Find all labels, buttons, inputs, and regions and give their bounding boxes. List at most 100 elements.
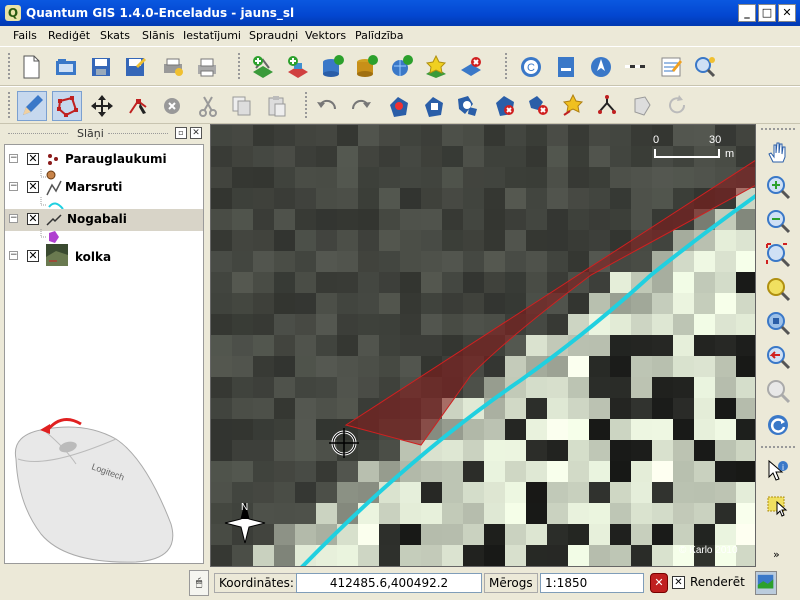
menu-rediget[interactable]: Rediģēt — [48, 29, 90, 42]
add-spatialite-layer-icon[interactable] — [351, 52, 381, 82]
minimize-button[interactable]: _ — [738, 4, 756, 22]
svg-text:C: C — [527, 62, 535, 74]
move-feature-icon[interactable] — [87, 91, 117, 121]
layers-panel-title: Slāņi — [77, 127, 104, 140]
polygon-layer-icon — [45, 211, 63, 229]
menu-palidziba[interactable]: Palīdzība — [355, 29, 404, 42]
menu-spraudni[interactable]: Spraudņi — [249, 29, 298, 42]
measure-scale-icon[interactable] — [620, 52, 650, 82]
new-project-icon[interactable] — [16, 52, 46, 82]
collapse-icon[interactable]: − — [9, 154, 18, 163]
add-ring-icon[interactable] — [419, 91, 449, 121]
layer-name: Marsruti — [65, 180, 123, 194]
merge-features-icon[interactable] — [627, 91, 657, 121]
zoom-to-layer-icon[interactable] — [763, 308, 793, 338]
remove-layer-icon[interactable] — [456, 52, 486, 82]
add-postgis-layer-icon[interactable] — [317, 52, 347, 82]
stop-rendering-icon[interactable]: ✕ — [650, 573, 668, 593]
zoom-next-icon[interactable] — [763, 376, 793, 406]
copyright-label: © Karlo 2010 — [679, 545, 738, 556]
maximize-button[interactable]: □ — [758, 4, 776, 22]
collapse-icon[interactable]: − — [9, 214, 18, 223]
split-features-icon[interactable] — [592, 91, 622, 121]
annotation-icon[interactable] — [656, 52, 686, 82]
layer-item-kolka[interactable]: − ✕ kolka — [5, 243, 203, 266]
print-icon[interactable] — [192, 52, 222, 82]
refresh-icon[interactable] — [763, 410, 793, 440]
reshape-features-icon[interactable] — [558, 91, 588, 121]
layer-visibility-checkbox[interactable]: ✕ — [27, 250, 39, 262]
zoom-to-selection-icon[interactable] — [763, 274, 793, 304]
toggle-editing-icon[interactable] — [17, 91, 47, 121]
zoom-out-icon[interactable] — [763, 206, 793, 236]
delete-ring-icon[interactable] — [490, 91, 520, 121]
collapse-icon[interactable]: − — [9, 251, 18, 260]
collapse-icon[interactable]: − — [9, 182, 18, 191]
open-project-icon[interactable] — [51, 52, 81, 82]
toggle-extents-icon[interactable]: 🖱 — [189, 570, 209, 596]
menu-slanis[interactable]: Slānis — [142, 29, 175, 42]
identify-features-icon[interactable]: i — [763, 456, 793, 486]
render-label: Renderēt — [690, 575, 745, 589]
copyright-label-icon[interactable]: C — [516, 52, 546, 82]
layer-item-nogabali[interactable]: − ✕ Nogabali — [5, 209, 203, 231]
menu-iestatijumi[interactable]: Iestatījumi — [183, 29, 241, 42]
zoom-in-icon[interactable] — [763, 172, 793, 202]
menu-fails[interactable]: Fails — [13, 29, 37, 42]
zoom-full-icon[interactable] — [763, 240, 793, 270]
cut-features-icon[interactable] — [193, 91, 223, 121]
pan-icon[interactable] — [763, 138, 793, 168]
redo-icon[interactable] — [346, 91, 376, 121]
scalebar-max: 30 — [709, 134, 721, 146]
print-composer-icon[interactable] — [158, 52, 188, 82]
delete-part-icon[interactable] — [524, 91, 554, 121]
save-project-icon[interactable] — [86, 52, 116, 82]
zoom-last-icon[interactable] — [763, 342, 793, 372]
delete-selected-icon[interactable] — [157, 91, 187, 121]
file-toolbar: C — [0, 46, 800, 86]
line-layer-icon — [45, 179, 63, 197]
copy-features-icon[interactable] — [227, 91, 257, 121]
north-arrow-icon[interactable] — [586, 52, 616, 82]
point-layer-icon — [45, 151, 63, 169]
scale-field[interactable]: 1:1850 — [540, 573, 644, 593]
render-checkbox[interactable]: ✕ — [672, 576, 685, 589]
new-vector-layer-icon[interactable] — [421, 52, 451, 82]
layer-visibility-checkbox[interactable]: ✕ — [27, 213, 39, 225]
identify-plugin-icon[interactable] — [690, 52, 720, 82]
scalebar-unit: m — [725, 148, 734, 160]
layer-name: Nogabali — [67, 212, 127, 226]
select-features-icon[interactable] — [763, 490, 793, 520]
layer-item-parauglaukumi[interactable]: − ✕ Parauglaukumi — [5, 149, 203, 171]
scalebar-icon[interactable] — [551, 52, 581, 82]
add-wms-layer-icon[interactable] — [386, 52, 416, 82]
menu-skats[interactable]: Skats — [100, 29, 130, 42]
simplify-feature-icon[interactable] — [384, 91, 414, 121]
close-button[interactable]: ✕ — [778, 4, 796, 22]
paste-features-icon[interactable] — [262, 91, 292, 121]
add-vector-layer-icon[interactable] — [248, 52, 278, 82]
title-bar: Q Quantum GIS 1.4.0-Enceladus - jauns_sl… — [0, 0, 800, 26]
menu-bar: Fails Rediģēt Skats Slānis Iestatījumi S… — [0, 26, 800, 46]
node-tool-icon[interactable] — [123, 91, 153, 121]
rotate-point-symbols-icon[interactable] — [662, 91, 692, 121]
add-island-icon[interactable] — [453, 91, 483, 121]
layer-visibility-checkbox[interactable]: ✕ — [27, 153, 39, 165]
map-canvas[interactable]: 0 30 m N © Karlo 2010 — [210, 124, 756, 567]
undo-icon[interactable] — [312, 91, 342, 121]
menu-vektors[interactable]: Vektors — [305, 29, 346, 42]
map-render: 0 30 m N © Karlo 2010 — [211, 125, 755, 566]
save-as-icon[interactable] — [120, 52, 150, 82]
float-panel-icon[interactable]: ▫ — [175, 127, 187, 139]
capture-polygon-icon[interactable] — [52, 91, 82, 121]
scale-label: Mērogs — [484, 573, 538, 593]
more-tools-icon[interactable]: » — [773, 548, 780, 561]
layer-item-marsruti[interactable]: − ✕ Marsruti — [5, 177, 203, 199]
scalebar-min: 0 — [653, 134, 659, 146]
layer-name: kolka — [75, 250, 112, 264]
add-raster-layer-icon[interactable] — [283, 52, 313, 82]
coordinates-field[interactable]: 412485.6,400492.2 — [296, 573, 482, 593]
projection-icon[interactable] — [755, 571, 777, 595]
layer-visibility-checkbox[interactable]: ✕ — [27, 181, 39, 193]
close-panel-icon[interactable]: ✕ — [190, 127, 202, 139]
